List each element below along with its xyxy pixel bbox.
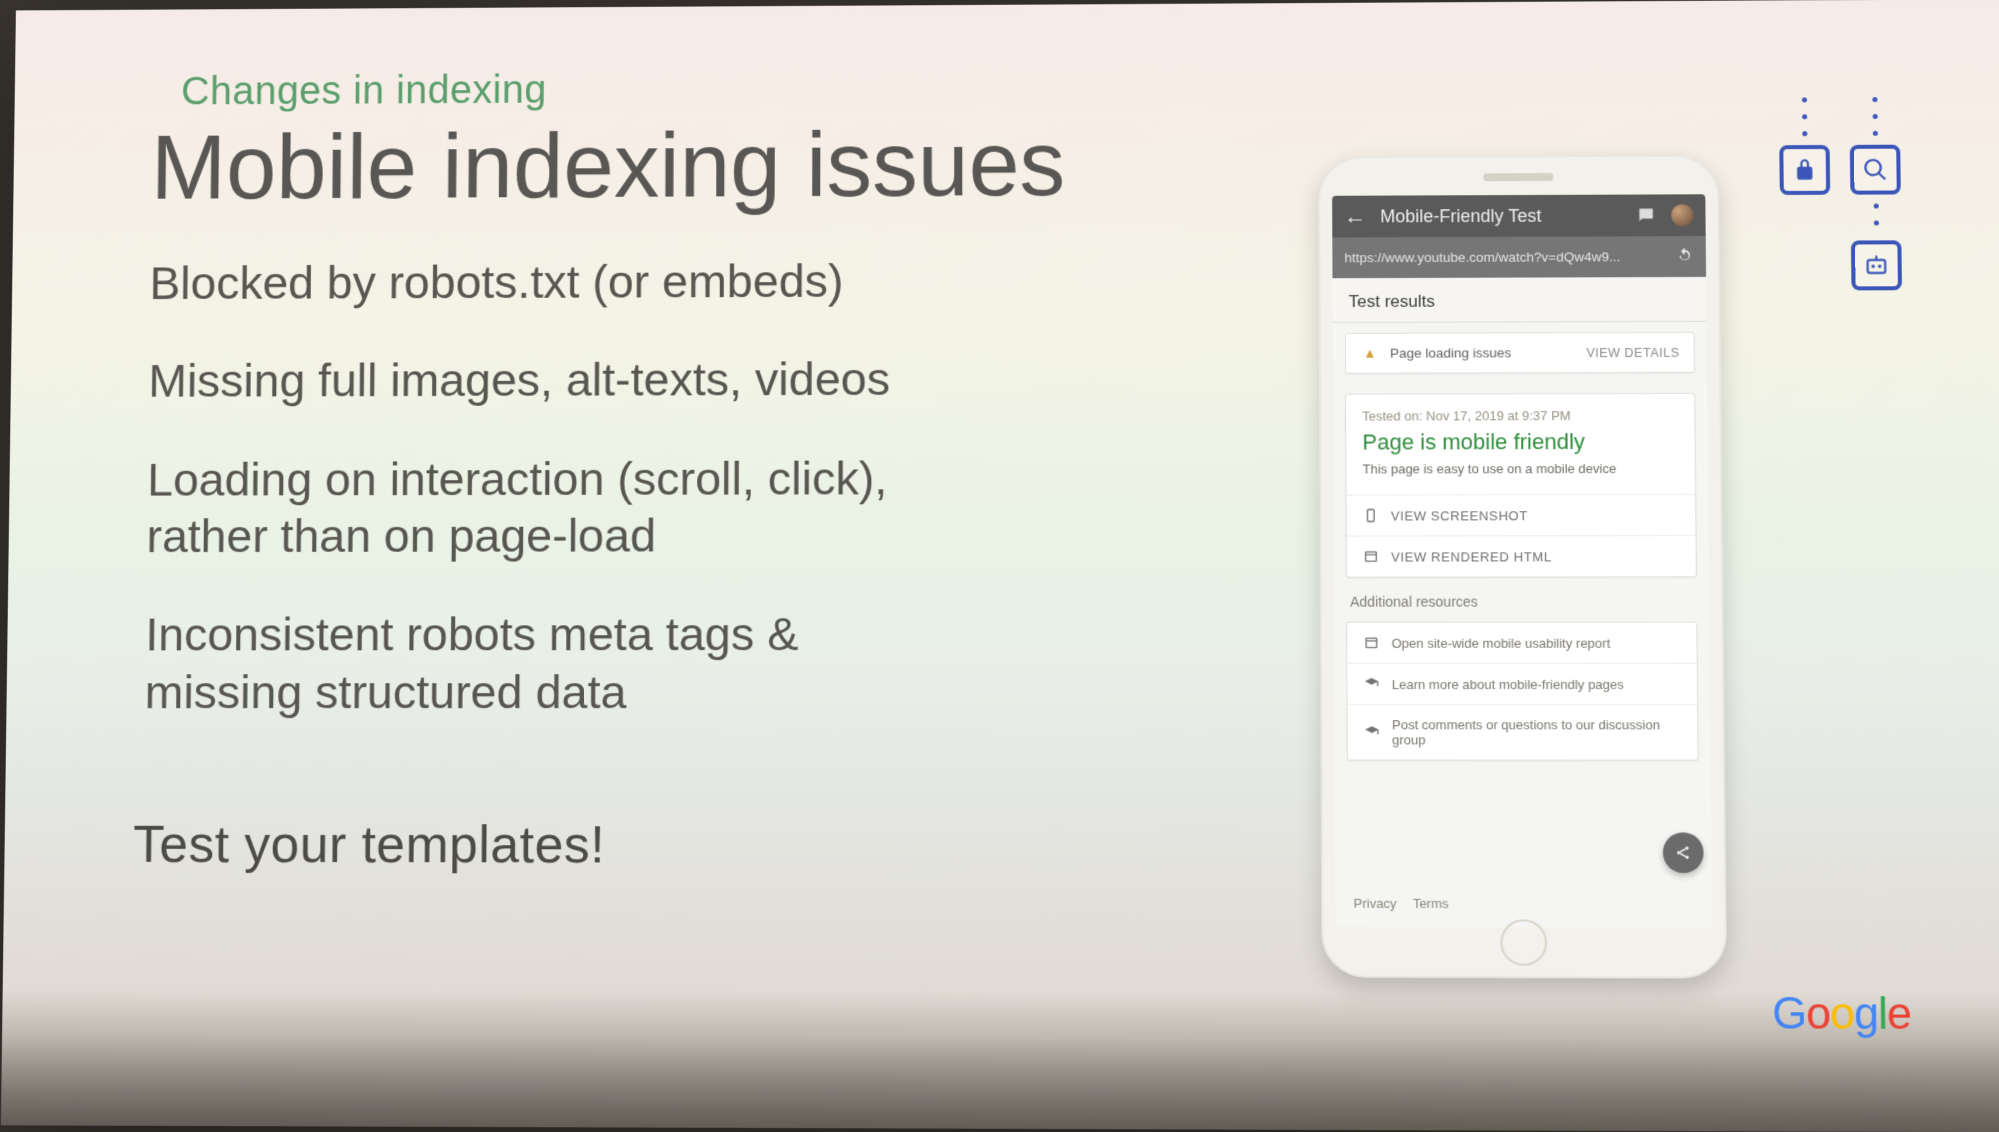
resource-label: Learn more about mobile-friendly pages: [1392, 676, 1683, 691]
warning-icon: ▲: [1360, 346, 1380, 361]
view-rendered-html-row[interactable]: VIEW RENDERED HTML: [1347, 535, 1696, 577]
resources-card: Open site-wide mobile usability report L…: [1346, 622, 1698, 761]
resource-row[interactable]: Open site-wide mobile usability report: [1347, 623, 1697, 663]
chat-icon[interactable]: [1635, 204, 1657, 226]
verdict-card: Tested on: Nov 17, 2019 at 9:37 PM Page …: [1345, 393, 1697, 578]
report-icon: [1361, 635, 1381, 651]
decorative-icons: [1779, 94, 1902, 291]
search-icon: [1850, 145, 1901, 195]
slide: Changes in indexing Mobile indexing issu…: [1, 0, 1999, 1132]
robot-icon: [1851, 240, 1902, 290]
discuss-icon: [1362, 724, 1382, 740]
tested-on-text: Tested on: Nov 17, 2019 at 9:37 PM: [1362, 408, 1678, 424]
slide-title: Mobile indexing issues: [150, 113, 1065, 220]
reload-icon[interactable]: [1676, 246, 1694, 267]
additional-resources-heading: Additional resources: [1334, 587, 1709, 611]
bullet-item: Inconsistent robots meta tags & missing …: [144, 605, 1040, 720]
phone-mockup: ← Mobile-Friendly Test https://www.youtu…: [1318, 154, 1727, 978]
eyebrow-text: Changes in indexing: [181, 68, 547, 114]
app-title: Mobile-Friendly Test: [1380, 205, 1621, 227]
device-icon: [1361, 507, 1381, 523]
bullet-list: Blocked by robots.txt (or embeds) Missin…: [144, 251, 1040, 762]
resource-row[interactable]: Post comments or questions to our discus…: [1348, 704, 1698, 760]
phone-screen: ← Mobile-Friendly Test https://www.youtu…: [1332, 194, 1712, 927]
learn-icon: [1362, 676, 1382, 692]
home-button[interactable]: [1500, 919, 1547, 966]
bullet-item: Loading on interaction (scroll, click), …: [146, 449, 1040, 564]
view-html-label: VIEW RENDERED HTML: [1391, 549, 1682, 564]
loading-issues-card: ▲ Page loading issues VIEW DETAILS: [1345, 332, 1695, 374]
url-bar[interactable]: https://www.youtube.com/watch?v=dQw4w9..…: [1332, 236, 1706, 278]
account-avatar[interactable]: [1671, 204, 1693, 226]
google-logo: Google: [1772, 989, 1911, 1040]
url-text: https://www.youtube.com/watch?v=dQw4w9..…: [1344, 249, 1667, 265]
privacy-link[interactable]: Privacy: [1353, 896, 1396, 911]
bullet-item: Blocked by robots.txt (or embeds): [149, 251, 1040, 311]
verdict-text: Page is mobile friendly: [1362, 429, 1678, 456]
view-screenshot-label: VIEW SCREENSHOT: [1391, 508, 1681, 523]
view-screenshot-row[interactable]: VIEW SCREENSHOT: [1347, 494, 1696, 536]
back-icon[interactable]: ←: [1344, 206, 1366, 228]
loading-issues-text: Page loading issues: [1390, 345, 1576, 360]
app-bar: ← Mobile-Friendly Test: [1332, 194, 1706, 237]
resource-label: Open site-wide mobile usability report: [1392, 635, 1683, 650]
lock-icon: [1779, 145, 1830, 195]
callout-text: Test your templates!: [133, 815, 606, 876]
resource-label: Post comments or questions to our discus…: [1392, 717, 1683, 747]
results-heading: Test results: [1333, 277, 1707, 323]
resource-row[interactable]: Learn more about mobile-friendly pages: [1347, 663, 1697, 704]
page-icon: [1361, 549, 1381, 565]
bullet-item: Missing full images, alt-texts, videos: [148, 350, 1040, 409]
terms-link[interactable]: Terms: [1413, 896, 1449, 911]
verdict-subtext: This page is easy to use on a mobile dev…: [1362, 461, 1678, 477]
view-details-link[interactable]: VIEW DETAILS: [1586, 345, 1679, 359]
share-fab[interactable]: [1663, 832, 1704, 873]
